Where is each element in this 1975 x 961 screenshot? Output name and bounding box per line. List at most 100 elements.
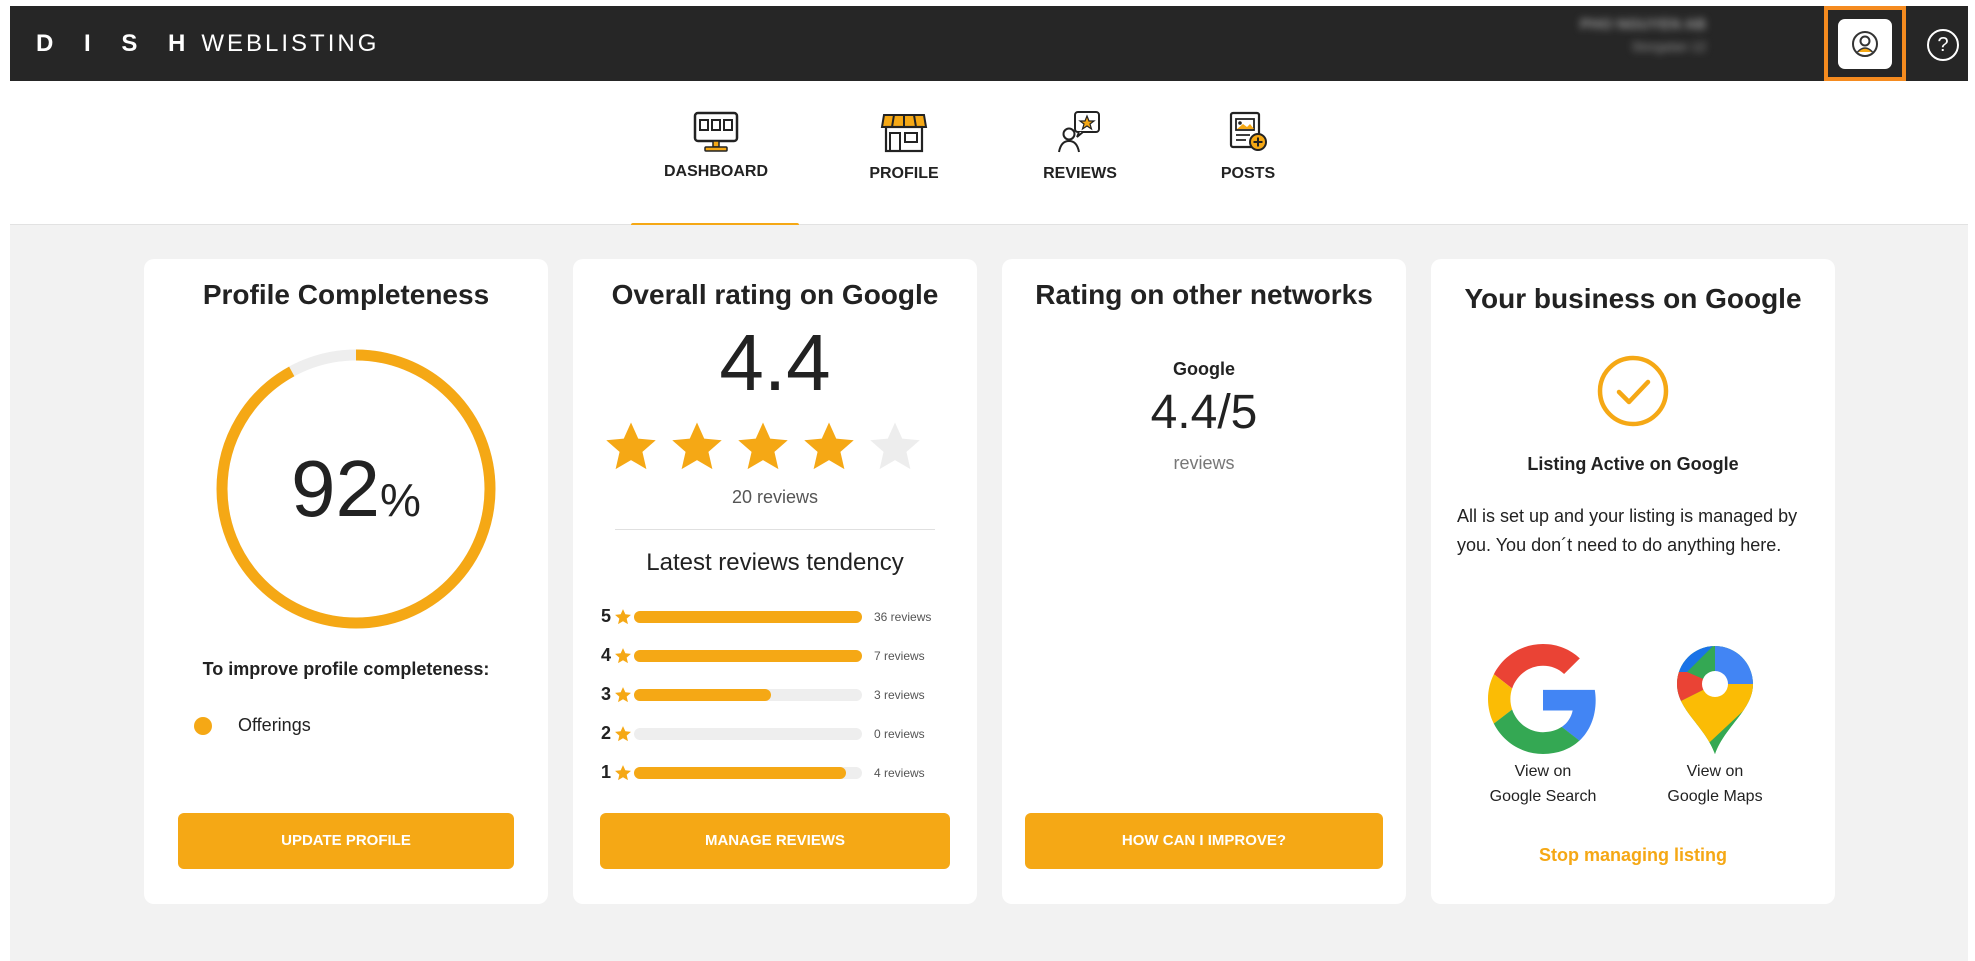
review-count: 20 reviews xyxy=(731,487,819,507)
tendency-bar-track xyxy=(634,610,862,623)
tendency-star xyxy=(614,608,634,626)
help-button[interactable]: ? xyxy=(1927,29,1959,61)
business-on-google-card: Your business on Google Listing Active o… xyxy=(1431,259,1835,904)
google-g-icon xyxy=(1488,644,1596,754)
tendency-bar-fill xyxy=(634,610,862,623)
tab-label: REVIEWS xyxy=(1043,165,1117,182)
tendency-count: 7 reviews xyxy=(874,648,925,663)
account-subtitle: Storgatan 12 xyxy=(1631,39,1707,54)
dashboard-content: Profile Completeness 92% To improve prof… xyxy=(10,225,1968,961)
rating-stars xyxy=(603,419,933,480)
tendency-star-level: 4 xyxy=(600,645,611,665)
google-maps-pin-icon xyxy=(1677,646,1753,754)
card-title: Overall rating on Google xyxy=(611,279,939,310)
tendency-title: Latest reviews tendency xyxy=(646,549,904,576)
tendency-count: 0 reviews xyxy=(874,726,925,741)
search-link-line2: Google Search xyxy=(1489,788,1597,805)
search-link-line1: View on xyxy=(1514,763,1572,780)
tendency-star-level: 3 xyxy=(600,684,611,704)
bullet-dot xyxy=(194,716,212,735)
brand-logo[interactable]: D I S H WEBLISTING xyxy=(36,30,379,58)
update-profile-button[interactable]: UPDATE PROFILE xyxy=(178,813,514,869)
view-google-search-link[interactable]: View on Google Search xyxy=(1473,644,1613,809)
network-name: Google xyxy=(1173,359,1235,379)
check-circle-icon xyxy=(1597,355,1669,427)
star-icon xyxy=(615,725,631,741)
account-info: PHO NGUYEN AB Storgatan 12 xyxy=(1580,16,1706,54)
user-circle-icon xyxy=(1852,31,1878,57)
tendency-bar-track xyxy=(634,766,862,779)
star-icon xyxy=(615,647,631,663)
tendency-row: 3 3 reviews xyxy=(599,675,931,714)
how-can-i-improve-button[interactable]: HOW CAN I IMPROVE? xyxy=(1025,813,1383,869)
improve-item-label: Offerings xyxy=(238,715,311,735)
percent-symbol: % xyxy=(380,474,421,526)
google-rating-card: Overall rating on Google 4.4 20 reviews … xyxy=(573,259,977,904)
brand-weblisting: WEBLISTING xyxy=(201,30,380,57)
tendency-bar-track xyxy=(634,727,862,740)
tendency-count: 4 reviews xyxy=(874,765,925,780)
profile-completeness-card: Profile Completeness 92% To improve prof… xyxy=(144,259,548,904)
help-icon: ? xyxy=(1937,34,1949,56)
tab-reviews[interactable]: REVIEWS xyxy=(995,109,1165,183)
tab-label: POSTS xyxy=(1220,165,1276,182)
tendency-star xyxy=(614,647,634,665)
user-menu-button[interactable] xyxy=(1824,6,1906,81)
star-filled-icon xyxy=(738,422,788,470)
post-add-icon xyxy=(1229,111,1267,151)
network-reviews: reviews xyxy=(1173,453,1235,473)
tendency-bar-track xyxy=(634,688,862,701)
listing-description: All is set up and your listing is manage… xyxy=(1457,506,1798,555)
tab-label: PROFILE xyxy=(869,165,939,182)
improve-item: Offerings xyxy=(194,715,311,736)
maps-link-line2: Google Maps xyxy=(1667,788,1763,805)
star-filled-icon xyxy=(606,422,656,470)
tendency-count: 3 reviews xyxy=(874,687,925,702)
stop-managing-link[interactable]: Stop managing listing xyxy=(1431,845,1835,866)
tendency-star xyxy=(614,686,634,704)
divider xyxy=(615,529,935,530)
rating-value: 4.4 xyxy=(719,318,831,407)
star-icon xyxy=(615,608,631,624)
listing-status: Listing Active on Google xyxy=(1527,454,1739,474)
rating-star xyxy=(669,419,729,480)
tendency-bar-fill xyxy=(634,766,847,779)
star-icon xyxy=(615,764,631,780)
tendency-row: 4 7 reviews xyxy=(599,636,931,675)
network-rating: 4.4/5 xyxy=(1150,386,1258,439)
tendency-bar-fill xyxy=(634,649,862,662)
tendency-star-level: 5 xyxy=(600,606,611,626)
rating-star xyxy=(603,419,663,480)
tab-posts[interactable]: POSTS xyxy=(1163,109,1333,183)
other-networks-card: Rating on other networks Google 4.4/5 re… xyxy=(1002,259,1406,904)
tendency-bar-fill xyxy=(634,688,771,701)
tendency-count: 36 reviews xyxy=(874,609,932,624)
tendency-star xyxy=(614,764,634,782)
tendency-star-level: 2 xyxy=(600,723,611,743)
view-google-maps-link[interactable]: View on Google Maps xyxy=(1645,644,1785,809)
account-name: PHO NGUYEN AB xyxy=(1580,16,1707,33)
monitor-icon xyxy=(693,111,739,152)
tab-dashboard[interactable]: DASHBOARD xyxy=(631,109,801,227)
tendency-star xyxy=(614,725,634,743)
tendency-rows: 5 36 reviews 4 7 reviews 3 3 reviews 2 0 review… xyxy=(599,597,931,792)
maps-link-line1: View on xyxy=(1686,763,1744,780)
tendency-star-level: 1 xyxy=(600,762,611,782)
review-person-icon xyxy=(1058,111,1100,153)
star-icon xyxy=(615,686,631,702)
top-bar: D I S H WEBLISTING PHO NGUYEN AB Storgata… xyxy=(10,6,1968,81)
star-filled-icon xyxy=(804,422,854,470)
rating-star xyxy=(735,419,795,480)
tab-profile[interactable]: PROFILE xyxy=(819,109,989,183)
brand-dish: D I S H xyxy=(36,30,198,57)
manage-reviews-button[interactable]: MANAGE REVIEWS xyxy=(600,813,950,869)
tendency-row: 5 36 reviews xyxy=(599,597,931,636)
card-title: Rating on other networks xyxy=(1035,279,1373,310)
percent-value: 92 xyxy=(291,444,381,533)
tab-label: DASHBOARD xyxy=(664,163,768,180)
improve-heading: To improve profile completeness: xyxy=(202,659,490,679)
star-filled-icon xyxy=(672,422,722,470)
rating-star xyxy=(801,419,861,480)
star-empty-icon xyxy=(870,422,920,470)
tendency-row: 2 0 reviews xyxy=(599,714,931,753)
